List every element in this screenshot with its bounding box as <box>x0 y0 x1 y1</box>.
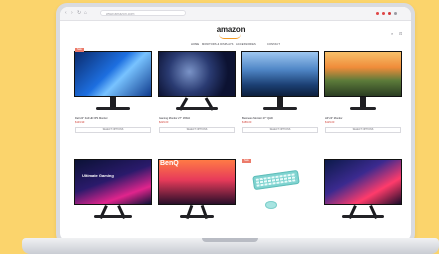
back-arrow-icon[interactable]: ‹ <box>65 10 67 16</box>
laptop-notch <box>202 238 258 242</box>
forward-arrow-icon[interactable]: › <box>71 10 73 16</box>
sale-badge: Sale <box>242 159 251 163</box>
sale-badge: Sale <box>75 48 84 52</box>
menu-icon[interactable] <box>394 12 397 15</box>
product-price: $129.00 <box>325 121 335 124</box>
product-price: $149.99 <box>75 121 85 124</box>
logo-smile-icon <box>219 34 241 39</box>
laptop-base <box>22 238 439 254</box>
nav-monitors[interactable]: Monitors & Displays <box>202 43 234 46</box>
brand-logo: BenQ <box>160 160 179 167</box>
nav-contact[interactable]: Contact <box>267 43 280 46</box>
extension-icon[interactable] <box>388 12 391 15</box>
product-title[interactable]: Gaming Monitor 27" 165Hz <box>159 117 235 120</box>
product-image[interactable] <box>241 159 319 221</box>
product-title[interactable]: Business Monitor 27" QHD <box>242 117 318 120</box>
home-icon[interactable]: ⌂ <box>84 10 87 16</box>
product-image[interactable] <box>324 159 402 221</box>
browser-toolbar: ‹ › ↻ ⌂ www.amazon.com <box>60 7 411 21</box>
product-image[interactable] <box>74 51 152 113</box>
search-icon[interactable]: ⌕ <box>391 31 393 36</box>
product-image[interactable] <box>241 51 319 113</box>
product-title[interactable]: HP 24" Monitor <box>325 117 401 120</box>
reload-icon[interactable]: ↻ <box>77 10 81 16</box>
product-image[interactable] <box>324 51 402 113</box>
product-price: $189.00 <box>242 121 252 124</box>
nav-home[interactable]: Home <box>191 43 199 46</box>
extension-icon[interactable] <box>382 12 385 15</box>
screen-overlay-text: Ultimate Gaming <box>82 173 114 178</box>
browser-window: ‹ › ↻ ⌂ www.amazon.com amazon ⌕ ⊡ Home M… <box>60 7 411 241</box>
product-image[interactable]: Ultimate Gaming <box>74 159 152 221</box>
cart-icon[interactable]: ⊡ <box>399 31 402 36</box>
product-image[interactable] <box>158 51 236 113</box>
select-options-button[interactable]: Select options <box>159 127 235 133</box>
nav-accessories[interactable]: Accessories <box>236 43 256 46</box>
product-title[interactable]: Dell 24" Full HD IPS Monitor <box>75 117 151 120</box>
keyboard-image <box>252 169 300 191</box>
extension-icon[interactable] <box>376 12 379 15</box>
product-price: $229.00 <box>159 121 169 124</box>
main-nav: Home Monitors & Displays Accessories Con… <box>60 43 411 49</box>
select-options-button[interactable]: Select options <box>325 127 401 133</box>
store-logo[interactable]: amazon <box>211 25 251 34</box>
laptop-frame: ‹ › ↻ ⌂ www.amazon.com amazon ⌕ ⊡ Home M… <box>56 3 415 245</box>
select-options-button[interactable]: Select options <box>75 127 151 133</box>
store-header: amazon ⌕ ⊡ <box>60 21 411 41</box>
product-image[interactable]: BenQ <box>158 159 236 221</box>
select-options-button[interactable]: Select options <box>242 127 318 133</box>
address-bar[interactable]: www.amazon.com <box>100 10 186 16</box>
mouse-image <box>265 201 277 209</box>
